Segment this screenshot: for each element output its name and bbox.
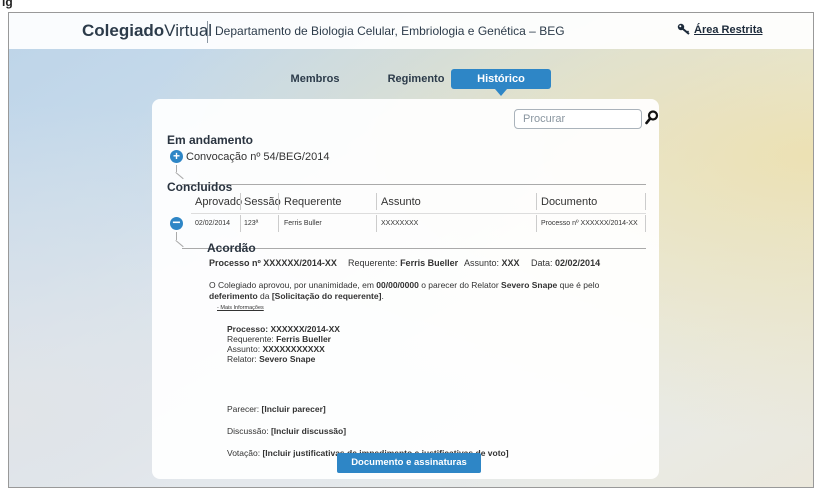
- details-assunto-label: Assunto:: [227, 344, 261, 354]
- paragraph-solicitacao: [Solicitação do requerente]: [271, 291, 382, 301]
- brand-bold: Colegiado: [82, 21, 165, 40]
- paragraph-text: que é pelo: [557, 280, 600, 290]
- cell-sessao: 123ª: [244, 220, 259, 227]
- discussao-label: Discussão:: [227, 426, 269, 436]
- acordao-heading: Acordão: [207, 241, 256, 255]
- details-assunto: Assunto: XXXXXXXXXXX: [227, 344, 340, 354]
- cell-separator: [278, 215, 279, 232]
- acordao-data-label: Data:: [531, 258, 553, 268]
- discussao-value[interactable]: [Incluir discussão]: [271, 426, 346, 436]
- paragraph-deferimento: deferimento: [209, 291, 258, 301]
- acordao-requerente-label: Requerente:: [348, 258, 398, 268]
- restricted-area-link[interactable]: Área Restrita: [677, 23, 762, 36]
- details-assunto-value: XXXXXXXXXXX: [262, 344, 325, 354]
- details-requerente-value: Ferris Bueller: [276, 334, 331, 344]
- cell-separator: [376, 215, 377, 232]
- parecer-field: Parecer: [Incluir parecer]: [227, 404, 326, 414]
- column-header-requerente: Requerente: [284, 196, 342, 208]
- details-relator-label: Relator:: [227, 354, 257, 364]
- header-divider: [207, 21, 208, 43]
- expand-plus-icon[interactable]: +: [170, 150, 183, 163]
- collapse-minus-icon[interactable]: −: [170, 215, 183, 230]
- tab-historico[interactable]: Histórico: [451, 69, 551, 96]
- discussao-field: Discussão: [Incluir discussão]: [227, 426, 346, 436]
- search-icon[interactable]: [645, 110, 659, 125]
- in-progress-heading: Em andamento: [167, 133, 254, 147]
- column-header-assunto: Assunto: [381, 196, 421, 208]
- section-divider: [182, 184, 646, 185]
- active-tab-caret: [495, 89, 507, 96]
- cell-separator: [240, 215, 241, 232]
- tree-connector: [176, 165, 177, 172]
- concluded-heading: Concluidos: [167, 180, 233, 194]
- more-info-link[interactable]: - Mais Informações: [217, 305, 264, 311]
- brand-rest: Virtual: [164, 21, 213, 40]
- details-relator-value: Severo Snape: [259, 354, 316, 364]
- acordao-assunto-label: Assunto:: [464, 258, 500, 268]
- details-processo-label: Processo:: [227, 324, 269, 334]
- details-requerente-label: Requerente:: [227, 334, 274, 344]
- header-row-divider: [191, 213, 646, 214]
- acordao-processo-value: Processo nº XXXXXX/2014-XX: [209, 258, 337, 268]
- column-separator: [645, 193, 646, 210]
- column-header-documento: Documento: [541, 196, 598, 208]
- cell-requerente: Ferris Buller: [284, 220, 322, 227]
- cropped-heading-fragment: ig: [0, 0, 819, 12]
- column-separator: [240, 193, 241, 210]
- details-relator: Relator: Severo Snape: [227, 354, 340, 364]
- documents-signatures-button[interactable]: Documento e assinaturas: [337, 453, 481, 473]
- search-input[interactable]: [514, 109, 642, 129]
- cell-aprovado: 02/02/2014: [195, 220, 231, 227]
- paragraph-text: .: [381, 291, 384, 301]
- parecer-label: Parecer:: [227, 404, 260, 414]
- details-processo-value: XXXXXX/2014-XX: [270, 324, 340, 334]
- column-separator: [536, 193, 537, 210]
- acordao-paragraph: O Colegiado aprovou, por unanimidade, em…: [209, 280, 629, 302]
- paragraph-date: 00/00/0000: [376, 280, 419, 290]
- brand-logo: ColegiadoVirtual: [82, 21, 212, 41]
- cell-separator: [536, 215, 537, 232]
- acordao-requerente: Requerente: Ferris Bueller: [348, 258, 458, 268]
- acordao-assunto-value: XXX: [501, 258, 520, 268]
- tree-connector: [176, 232, 177, 240]
- votacao-label: Votação:: [227, 448, 261, 458]
- paragraph-text: O Colegiado aprovou, por unanimidade, em: [209, 280, 377, 290]
- cell-documento[interactable]: Processo nº XXXXXX/2014-XX: [541, 220, 638, 227]
- details-requerente: Requerente: Ferris Bueller: [227, 334, 340, 344]
- restricted-area-label: Área Restrita: [694, 24, 763, 36]
- acordao-data: Data: 02/02/2014: [531, 258, 600, 268]
- column-header-aprovado: Aprovado: [195, 196, 243, 208]
- acordao-assunto: Assunto: XXX: [464, 258, 520, 268]
- column-separator: [376, 193, 377, 210]
- details-processo: Processo: XXXXXX/2014-XX: [227, 324, 340, 334]
- acordao-processo: Processo nº XXXXXX/2014-XX: [209, 258, 337, 268]
- paragraph-text: o parecer do Relator: [418, 280, 502, 290]
- column-header-sessao: Sessão: [244, 196, 281, 208]
- paragraph-text: da: [257, 291, 272, 301]
- cell-assunto: XXXXXXXX: [381, 220, 419, 227]
- column-separator: [278, 193, 279, 210]
- acordao-requerente-value: Ferris Bueller: [400, 258, 459, 268]
- top-bar: ColegiadoVirtual Departamento de Biologi…: [9, 13, 813, 49]
- paragraph-relator: Severo Snape: [501, 280, 558, 290]
- cell-separator: [645, 215, 646, 232]
- parecer-value[interactable]: [Incluir parecer]: [262, 404, 326, 414]
- tab-regimento[interactable]: Regimento: [381, 69, 451, 89]
- convocation-item[interactable]: Convocação nº 54/BEG/2014: [186, 151, 329, 163]
- tab-members[interactable]: Membros: [285, 69, 345, 89]
- acordao-data-value: 02/02/2014: [555, 258, 601, 268]
- department-title: Departamento de Biologia Celular, Embrio…: [215, 24, 565, 38]
- key-icon: [677, 23, 690, 35]
- tab-historico-label: Histórico: [477, 73, 525, 85]
- details-block: Processo: XXXXXX/2014-XX Requerente: Fer…: [227, 324, 340, 364]
